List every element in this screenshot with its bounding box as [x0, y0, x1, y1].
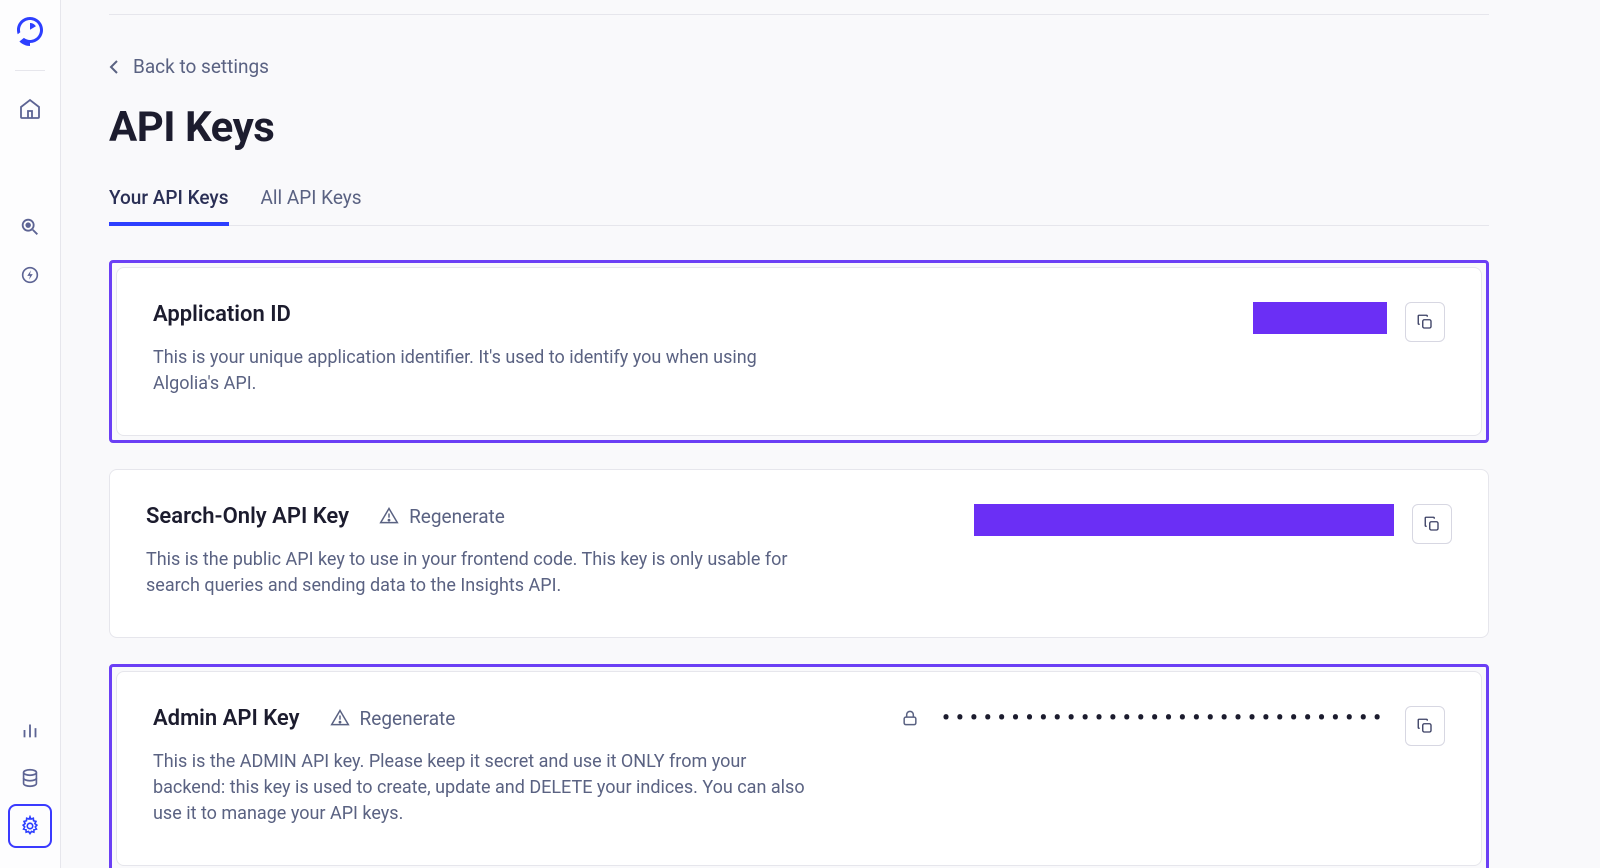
- search-icon[interactable]: [10, 207, 50, 247]
- card-application-id: Application ID This is your unique appli…: [116, 267, 1482, 436]
- sidebar: [0, 0, 61, 868]
- card-desc-search-key: This is the public API key to use in you…: [146, 547, 806, 599]
- card-desc-admin-key: This is the ADMIN API key. Please keep i…: [153, 749, 813, 827]
- copy-admin-key-button[interactable]: [1405, 706, 1445, 746]
- tab-your-api-keys[interactable]: Your API Keys: [109, 186, 229, 225]
- back-to-settings-link[interactable]: Back to settings: [109, 55, 269, 78]
- warning-icon: [330, 708, 350, 728]
- card-title-search-key: Search-Only API Key: [146, 504, 349, 529]
- page-title: API Keys: [109, 103, 1489, 152]
- lock-icon: [900, 708, 920, 728]
- card-title-application-id: Application ID: [153, 302, 291, 327]
- card-application-id-highlight: Application ID This is your unique appli…: [109, 260, 1489, 443]
- regenerate-label: Regenerate: [409, 505, 505, 528]
- regenerate-admin-key-button[interactable]: Regenerate: [330, 707, 456, 730]
- application-id-value-redacted: [1253, 302, 1387, 334]
- analytics-icon[interactable]: [10, 710, 50, 750]
- admin-key-masked: ••••••••••••••••••••••••••••••••: [942, 706, 1387, 731]
- copy-icon: [1423, 515, 1441, 533]
- database-icon[interactable]: [10, 758, 50, 798]
- divider: [15, 70, 45, 71]
- copy-icon: [1416, 717, 1434, 735]
- card-admin-key: Admin API Key Regenerate: [116, 671, 1482, 866]
- regenerate-label: Regenerate: [360, 707, 456, 730]
- main-content: Back to settings API Keys Your API Keys …: [61, 0, 1600, 868]
- card-desc-application-id: This is your unique application identifi…: [153, 345, 813, 397]
- card-wrap-search-key: Search-Only API Key Regenerate: [109, 469, 1489, 638]
- chevron-left-icon: [109, 59, 119, 75]
- bolt-icon[interactable]: [10, 255, 50, 295]
- copy-application-id-button[interactable]: [1405, 302, 1445, 342]
- back-label: Back to settings: [133, 55, 269, 78]
- tab-all-api-keys[interactable]: All API Keys: [261, 186, 362, 225]
- copy-icon: [1416, 313, 1434, 331]
- top-border: [109, 14, 1489, 15]
- card-admin-key-highlight: Admin API Key Regenerate: [109, 664, 1489, 868]
- card-title-admin-key: Admin API Key: [153, 706, 300, 731]
- search-key-value-redacted: [974, 504, 1394, 536]
- home-icon[interactable]: [10, 89, 50, 129]
- copy-search-key-button[interactable]: [1412, 504, 1452, 544]
- algolia-logo[interactable]: [14, 14, 46, 50]
- tabs: Your API Keys All API Keys: [109, 186, 1489, 226]
- card-search-key: Search-Only API Key Regenerate: [109, 469, 1489, 638]
- gear-icon[interactable]: [10, 806, 50, 846]
- warning-icon: [379, 506, 399, 526]
- regenerate-search-key-button[interactable]: Regenerate: [379, 505, 505, 528]
